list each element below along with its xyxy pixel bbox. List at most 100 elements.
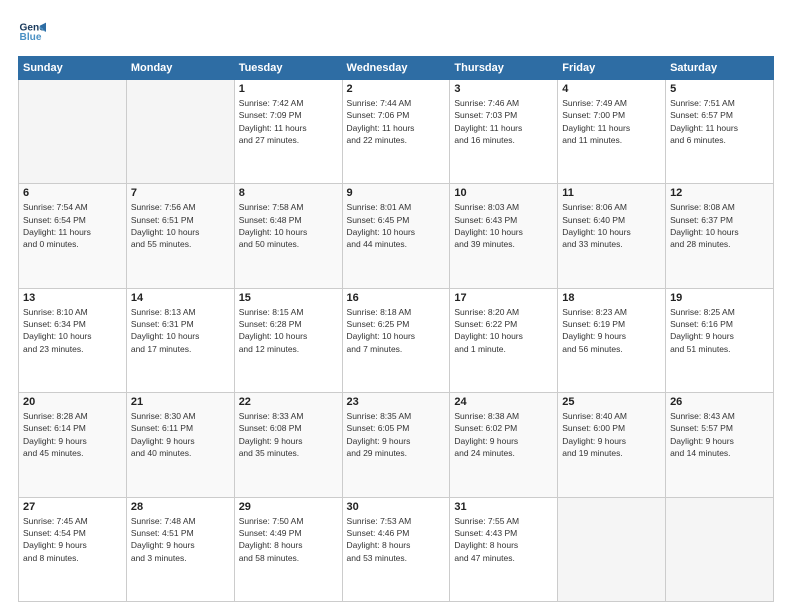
- day-number: 29: [239, 501, 338, 513]
- calendar-day-cell: 20 Sunrise: 8:28 AM Sunset: 6:14 PM Dayli…: [19, 393, 127, 497]
- day-number: 12: [670, 187, 769, 199]
- day-info: Sunrise: 7:49 AM Sunset: 7:00 PM Dayligh…: [562, 97, 661, 146]
- weekday-header-row: SundayMondayTuesdayWednesdayThursdayFrid…: [19, 57, 774, 80]
- calendar-day-cell: 30 Sunrise: 7:53 AM Sunset: 4:46 PM Dayli…: [342, 497, 450, 601]
- weekday-header-wednesday: Wednesday: [342, 57, 450, 80]
- day-info: Sunrise: 8:30 AM Sunset: 6:11 PM Dayligh…: [131, 410, 230, 459]
- day-number: 16: [347, 292, 446, 304]
- calendar-day-cell: [558, 497, 666, 601]
- calendar-week-row: 13 Sunrise: 8:10 AM Sunset: 6:34 PM Dayli…: [19, 288, 774, 392]
- calendar-day-cell: 23 Sunrise: 8:35 AM Sunset: 6:05 PM Dayli…: [342, 393, 450, 497]
- day-info: Sunrise: 8:43 AM Sunset: 5:57 PM Dayligh…: [670, 410, 769, 459]
- day-info: Sunrise: 8:35 AM Sunset: 6:05 PM Dayligh…: [347, 410, 446, 459]
- day-info: Sunrise: 8:20 AM Sunset: 6:22 PM Dayligh…: [454, 306, 553, 355]
- day-info: Sunrise: 8:23 AM Sunset: 6:19 PM Dayligh…: [562, 306, 661, 355]
- day-number: 20: [23, 396, 122, 408]
- day-info: Sunrise: 7:50 AM Sunset: 4:49 PM Dayligh…: [239, 515, 338, 564]
- day-info: Sunrise: 7:44 AM Sunset: 7:06 PM Dayligh…: [347, 97, 446, 146]
- day-number: 26: [670, 396, 769, 408]
- day-number: 18: [562, 292, 661, 304]
- day-info: Sunrise: 7:48 AM Sunset: 4:51 PM Dayligh…: [131, 515, 230, 564]
- calendar-day-cell: 9Sunrise: 8:01 AM Sunset: 6:45 PM Daylig…: [342, 184, 450, 288]
- day-number: 8: [239, 187, 338, 199]
- day-info: Sunrise: 7:53 AM Sunset: 4:46 PM Dayligh…: [347, 515, 446, 564]
- calendar-day-cell: [19, 80, 127, 184]
- calendar-day-cell: 11 Sunrise: 8:06 AM Sunset: 6:40 PM Dayli…: [558, 184, 666, 288]
- calendar-day-cell: 29 Sunrise: 7:50 AM Sunset: 4:49 PM Dayli…: [234, 497, 342, 601]
- day-info: Sunrise: 8:03 AM Sunset: 6:43 PM Dayligh…: [454, 201, 553, 250]
- calendar-day-cell: 22Sunrise: 8:33 AM Sunset: 6:08 PM Dayli…: [234, 393, 342, 497]
- day-info: Sunrise: 8:10 AM Sunset: 6:34 PM Dayligh…: [23, 306, 122, 355]
- day-number: 19: [670, 292, 769, 304]
- weekday-header-friday: Friday: [558, 57, 666, 80]
- day-info: Sunrise: 7:42 AM Sunset: 7:09 PM Dayligh…: [239, 97, 338, 146]
- day-info: Sunrise: 7:56 AM Sunset: 6:51 PM Dayligh…: [131, 201, 230, 250]
- day-number: 15: [239, 292, 338, 304]
- day-info: Sunrise: 7:55 AM Sunset: 4:43 PM Dayligh…: [454, 515, 553, 564]
- day-info: Sunrise: 8:18 AM Sunset: 6:25 PM Dayligh…: [347, 306, 446, 355]
- day-number: 25: [562, 396, 661, 408]
- day-info: Sunrise: 8:25 AM Sunset: 6:16 PM Dayligh…: [670, 306, 769, 355]
- day-number: 7: [131, 187, 230, 199]
- calendar-day-cell: 6 Sunrise: 7:54 AM Sunset: 6:54 PM Daylig…: [19, 184, 127, 288]
- calendar-week-row: 20 Sunrise: 8:28 AM Sunset: 6:14 PM Dayli…: [19, 393, 774, 497]
- calendar-day-cell: 18 Sunrise: 8:23 AM Sunset: 6:19 PM Dayli…: [558, 288, 666, 392]
- day-number: 9: [347, 187, 446, 199]
- day-number: 21: [131, 396, 230, 408]
- day-number: 11: [562, 187, 661, 199]
- calendar-day-cell: 28 Sunrise: 7:48 AM Sunset: 4:51 PM Dayli…: [126, 497, 234, 601]
- day-number: 5: [670, 83, 769, 95]
- calendar-day-cell: 24 Sunrise: 8:38 AM Sunset: 6:02 PM Dayli…: [450, 393, 558, 497]
- weekday-header-thursday: Thursday: [450, 57, 558, 80]
- day-number: 2: [347, 83, 446, 95]
- calendar-week-row: 6 Sunrise: 7:54 AM Sunset: 6:54 PM Daylig…: [19, 184, 774, 288]
- calendar-day-cell: 16 Sunrise: 8:18 AM Sunset: 6:25 PM Dayli…: [342, 288, 450, 392]
- calendar-day-cell: [126, 80, 234, 184]
- calendar-day-cell: 17 Sunrise: 8:20 AM Sunset: 6:22 PM Dayli…: [450, 288, 558, 392]
- calendar-day-cell: 8 Sunrise: 7:58 AM Sunset: 6:48 PM Daylig…: [234, 184, 342, 288]
- day-number: 10: [454, 187, 553, 199]
- weekday-header-sunday: Sunday: [19, 57, 127, 80]
- day-number: 30: [347, 501, 446, 513]
- logo: General Blue: [18, 18, 50, 46]
- day-number: 3: [454, 83, 553, 95]
- page: General Blue SundayMondayTuesdayWednesda…: [0, 0, 792, 612]
- day-number: 27: [23, 501, 122, 513]
- weekday-header-monday: Monday: [126, 57, 234, 80]
- header: General Blue: [18, 18, 774, 46]
- calendar-day-cell: 3Sunrise: 7:46 AM Sunset: 7:03 PM Daylig…: [450, 80, 558, 184]
- calendar-day-cell: 12Sunrise: 8:08 AM Sunset: 6:37 PM Dayli…: [666, 184, 774, 288]
- day-number: 24: [454, 396, 553, 408]
- calendar-table: SundayMondayTuesdayWednesdayThursdayFrid…: [18, 56, 774, 602]
- weekday-header-saturday: Saturday: [666, 57, 774, 80]
- calendar-day-cell: 21 Sunrise: 8:30 AM Sunset: 6:11 PM Dayli…: [126, 393, 234, 497]
- weekday-header-tuesday: Tuesday: [234, 57, 342, 80]
- day-info: Sunrise: 8:28 AM Sunset: 6:14 PM Dayligh…: [23, 410, 122, 459]
- day-number: 28: [131, 501, 230, 513]
- svg-text:Blue: Blue: [20, 32, 42, 43]
- day-info: Sunrise: 7:51 AM Sunset: 6:57 PM Dayligh…: [670, 97, 769, 146]
- calendar-day-cell: 27Sunrise: 7:45 AM Sunset: 4:54 PM Dayli…: [19, 497, 127, 601]
- day-number: 14: [131, 292, 230, 304]
- day-info: Sunrise: 8:06 AM Sunset: 6:40 PM Dayligh…: [562, 201, 661, 250]
- day-info: Sunrise: 8:38 AM Sunset: 6:02 PM Dayligh…: [454, 410, 553, 459]
- day-info: Sunrise: 8:13 AM Sunset: 6:31 PM Dayligh…: [131, 306, 230, 355]
- day-info: Sunrise: 7:58 AM Sunset: 6:48 PM Dayligh…: [239, 201, 338, 250]
- calendar-week-row: 1 Sunrise: 7:42 AM Sunset: 7:09 PM Daylig…: [19, 80, 774, 184]
- day-number: 23: [347, 396, 446, 408]
- day-number: 17: [454, 292, 553, 304]
- calendar-day-cell: 2 Sunrise: 7:44 AM Sunset: 7:06 PM Daylig…: [342, 80, 450, 184]
- day-number: 22: [239, 396, 338, 408]
- day-info: Sunrise: 7:54 AM Sunset: 6:54 PM Dayligh…: [23, 201, 122, 250]
- calendar-day-cell: [666, 497, 774, 601]
- day-number: 13: [23, 292, 122, 304]
- day-number: 6: [23, 187, 122, 199]
- calendar-day-cell: 7 Sunrise: 7:56 AM Sunset: 6:51 PM Daylig…: [126, 184, 234, 288]
- calendar-day-cell: 14 Sunrise: 8:13 AM Sunset: 6:31 PM Dayli…: [126, 288, 234, 392]
- calendar-day-cell: 26 Sunrise: 8:43 AM Sunset: 5:57 PM Dayli…: [666, 393, 774, 497]
- day-number: 1: [239, 83, 338, 95]
- calendar-day-cell: 4Sunrise: 7:49 AM Sunset: 7:00 PM Daylig…: [558, 80, 666, 184]
- calendar-week-row: 27Sunrise: 7:45 AM Sunset: 4:54 PM Dayli…: [19, 497, 774, 601]
- calendar-day-cell: 19 Sunrise: 8:25 AM Sunset: 6:16 PM Dayli…: [666, 288, 774, 392]
- calendar-day-cell: 1 Sunrise: 7:42 AM Sunset: 7:09 PM Daylig…: [234, 80, 342, 184]
